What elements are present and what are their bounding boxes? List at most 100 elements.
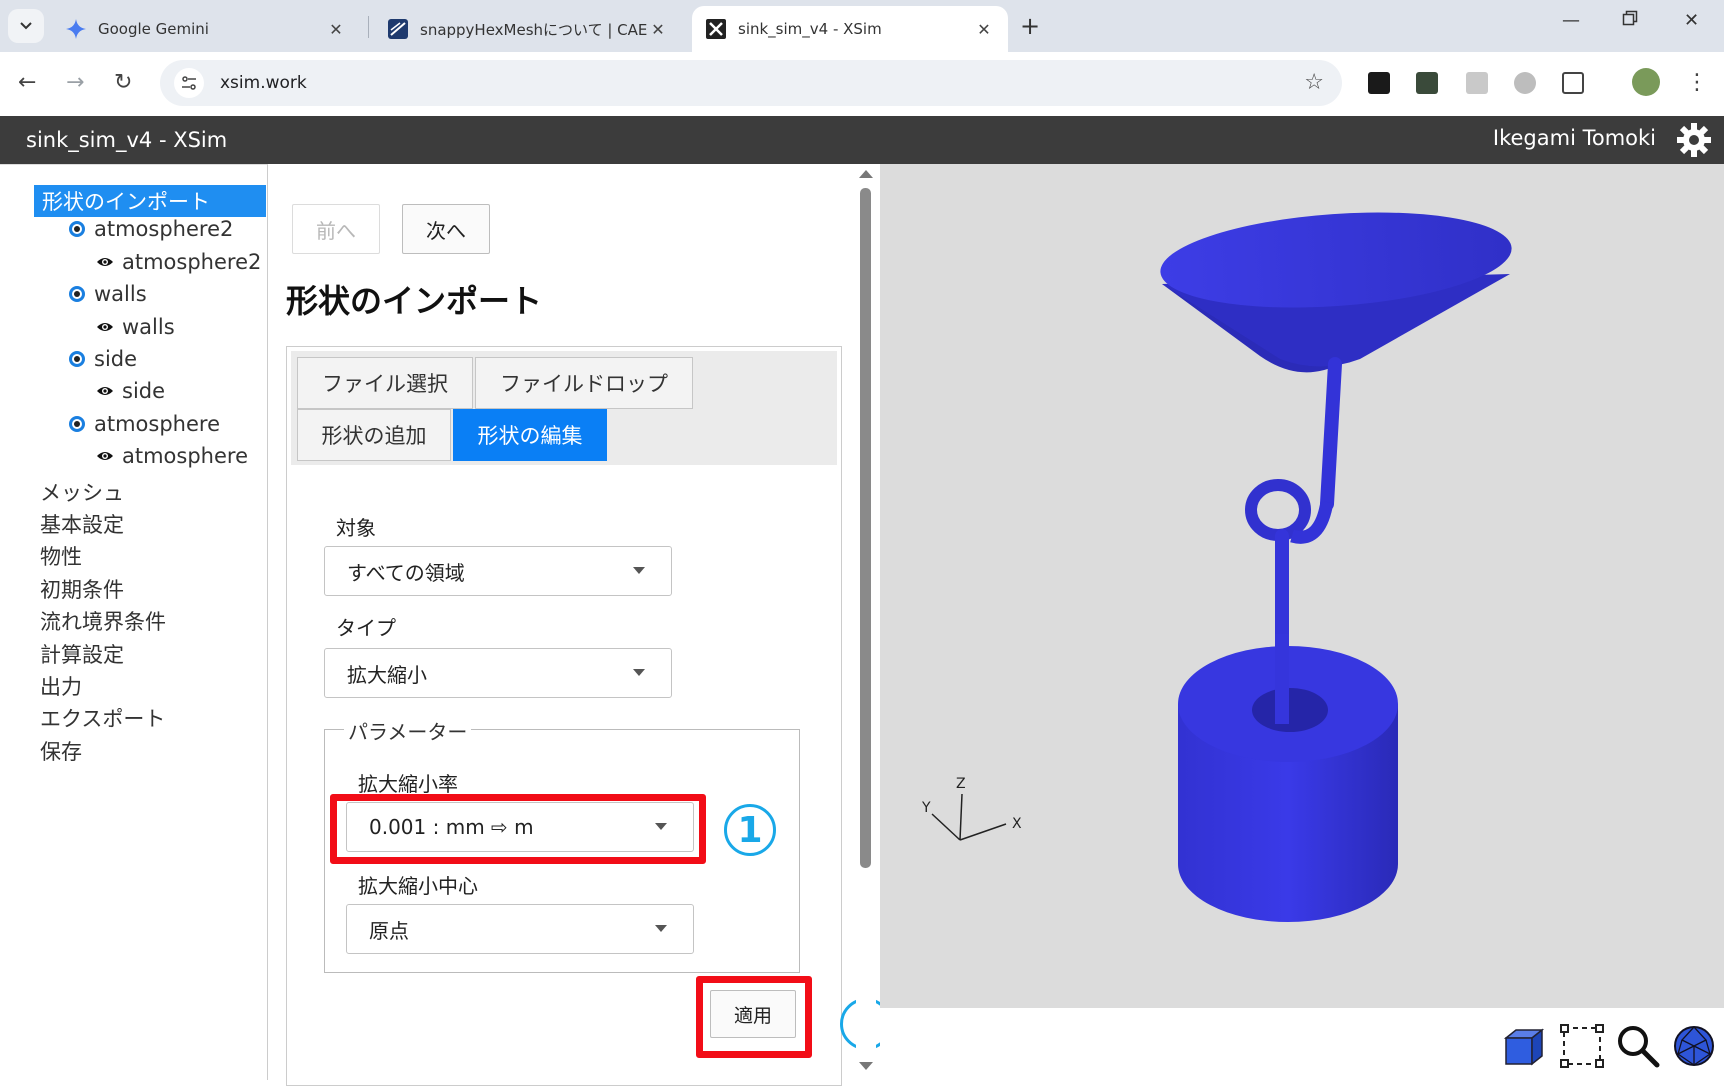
visibility-toggle-icon[interactable] bbox=[68, 415, 86, 433]
tree-item-label: atmosphere bbox=[122, 444, 248, 469]
browser-tab-gemini[interactable]: Google Gemini ✕ bbox=[52, 6, 360, 52]
browser-menu-icon[interactable]: ⋮ bbox=[1686, 70, 1708, 95]
user-name[interactable]: Ikegami Tomoki bbox=[1493, 126, 1656, 150]
site-favicon-icon bbox=[388, 19, 408, 39]
prev-button[interactable]: 前へ bbox=[292, 204, 380, 254]
box-select-icon[interactable] bbox=[1560, 1024, 1604, 1068]
panel-scrollbar[interactable] bbox=[856, 164, 876, 1080]
parameters-legend: パラメーター bbox=[344, 716, 472, 745]
browser-toolbar: ← → ↻ xsim.work ☆ ⋮ bbox=[0, 52, 1724, 116]
scroll-down-icon[interactable] bbox=[859, 1062, 873, 1070]
tab-file-drop[interactable]: ファイルドロップ bbox=[475, 357, 693, 409]
forward-icon[interactable]: → bbox=[66, 70, 84, 95]
extensions-puzzle-icon[interactable] bbox=[1562, 72, 1584, 94]
pipe-loop bbox=[1245, 479, 1311, 541]
highlight-box-apply bbox=[696, 976, 812, 1058]
page-title: 形状のインポート bbox=[286, 282, 543, 320]
tree-item[interactable]: 形状のインポート bbox=[34, 185, 266, 217]
next-button[interactable]: 次へ bbox=[402, 204, 490, 254]
extension-icon[interactable] bbox=[1416, 72, 1438, 94]
dropdown-caret-icon bbox=[655, 925, 667, 932]
tree-item[interactable]: walls bbox=[96, 315, 175, 339]
tab-search-button[interactable] bbox=[8, 9, 44, 43]
back-icon[interactable]: ← bbox=[18, 70, 36, 95]
tab-file-select[interactable]: ファイル選択 bbox=[297, 357, 473, 409]
browser-tab-bar: Google Gemini ✕ snappyHexMeshについて | CAE辞… bbox=[0, 0, 1724, 52]
tree-item[interactable]: 保存 bbox=[40, 736, 82, 766]
tree-item[interactable]: side bbox=[96, 379, 165, 403]
scroll-up-icon[interactable] bbox=[859, 170, 873, 178]
tree-item[interactable]: atmosphere bbox=[96, 444, 248, 468]
eye-icon[interactable] bbox=[96, 447, 114, 465]
tree-item-label: 形状のインポート bbox=[42, 190, 210, 214]
close-window-icon[interactable]: ✕ bbox=[1684, 10, 1699, 31]
browser-tab-cae[interactable]: snappyHexMeshについて | CAE辞 ✕ bbox=[374, 6, 682, 52]
tree-item-label: atmosphere2 bbox=[94, 217, 234, 242]
axis-x-label: X bbox=[1012, 816, 1022, 832]
tree-item[interactable]: 物性 bbox=[40, 541, 82, 571]
target-label: 対象 bbox=[336, 516, 376, 540]
tree-item[interactable]: 流れ境界条件 bbox=[40, 606, 166, 636]
tree-item-label: 計算設定 bbox=[40, 642, 124, 667]
new-tab-icon[interactable]: + bbox=[1020, 12, 1040, 40]
tab-add-shape[interactable]: 形状の追加 bbox=[297, 409, 451, 461]
tree-item-label: walls bbox=[94, 282, 147, 307]
tree-item[interactable]: 出力 bbox=[40, 671, 82, 701]
address-bar[interactable]: xsim.work ☆ bbox=[160, 60, 1342, 106]
sink-model-render: Z X Y bbox=[921, 212, 1512, 922]
visibility-toggle-icon[interactable] bbox=[68, 220, 86, 238]
cast-extension-icon[interactable] bbox=[1466, 72, 1488, 94]
3d-viewport[interactable]: Z X Y bbox=[880, 164, 1724, 1008]
visibility-toggle-icon[interactable] bbox=[68, 285, 86, 303]
tree-item[interactable]: atmosphere2 bbox=[96, 250, 261, 274]
tree-item-label: 物性 bbox=[40, 545, 82, 570]
chevron-down-icon bbox=[20, 22, 32, 30]
tree-item[interactable]: atmosphere bbox=[68, 412, 220, 436]
visibility-toggle-icon[interactable] bbox=[68, 350, 86, 368]
minimize-icon[interactable]: — bbox=[1562, 10, 1580, 31]
tree-item-label: 初期条件 bbox=[40, 577, 124, 602]
reload-icon[interactable]: ↻ bbox=[114, 70, 132, 95]
tree-item[interactable]: walls bbox=[68, 282, 147, 306]
mesh-sphere-icon[interactable] bbox=[1672, 1024, 1716, 1068]
tree-item-label: エクスポート bbox=[40, 707, 166, 732]
gemini-icon bbox=[66, 19, 86, 39]
restore-icon[interactable] bbox=[1622, 10, 1638, 31]
browser-tab-xsim[interactable]: sink_sim_v4 - XSim ✕ bbox=[692, 6, 1008, 52]
zoom-search-icon[interactable] bbox=[1616, 1024, 1660, 1068]
gear-icon[interactable] bbox=[1676, 122, 1712, 158]
eye-icon[interactable] bbox=[96, 253, 114, 271]
bookmark-star-icon[interactable]: ☆ bbox=[1304, 70, 1324, 95]
tab-separator bbox=[368, 16, 369, 38]
tree-item-label: side bbox=[122, 379, 166, 404]
type-select[interactable]: 拡大縮小 bbox=[324, 648, 672, 698]
eye-icon[interactable] bbox=[96, 382, 114, 400]
site-info-icon[interactable] bbox=[174, 68, 204, 98]
cube-view-icon[interactable] bbox=[1502, 1026, 1546, 1066]
tree-item[interactable]: atmosphere2 bbox=[68, 217, 233, 241]
link-extension-icon[interactable] bbox=[1514, 72, 1536, 94]
tree-item[interactable]: side bbox=[68, 347, 137, 371]
panel-tabstrip: ファイル選択 ファイルドロップ 形状の追加 形状の編集 bbox=[291, 351, 837, 465]
scroll-thumb[interactable] bbox=[860, 188, 871, 868]
tree-item-label: 基本設定 bbox=[40, 513, 124, 537]
scale-factor-label: 拡大縮小率 bbox=[358, 772, 458, 796]
tree-item[interactable]: 初期条件 bbox=[40, 574, 124, 604]
profile-avatar[interactable] bbox=[1632, 68, 1660, 96]
tree-item-label: atmosphere2 bbox=[122, 249, 262, 274]
close-tab-icon[interactable]: ✕ bbox=[648, 20, 668, 39]
target-select[interactable]: すべての領域 bbox=[324, 546, 672, 596]
close-tab-icon[interactable]: ✕ bbox=[326, 20, 346, 39]
scale-center-select[interactable]: 原点 bbox=[346, 904, 694, 954]
close-tab-icon[interactable]: ✕ bbox=[974, 20, 994, 39]
tree-item[interactable]: 計算設定 bbox=[40, 639, 124, 669]
tab-edit-shape[interactable]: 形状の編集 bbox=[453, 409, 607, 461]
tree-item[interactable]: 基本設定 bbox=[40, 509, 124, 539]
tree-item[interactable]: メッシュ bbox=[40, 477, 124, 507]
terminal-extension-icon[interactable] bbox=[1368, 72, 1390, 94]
axes-gizmo bbox=[931, 793, 1007, 841]
dropdown-caret-icon bbox=[633, 669, 645, 676]
eye-icon[interactable] bbox=[96, 318, 114, 336]
settings-panel: 前へ 次へ 形状のインポート ファイル選択 ファイルドロップ 形状の追加 形状の… bbox=[268, 164, 892, 1086]
tree-item[interactable]: エクスポート bbox=[40, 703, 165, 733]
